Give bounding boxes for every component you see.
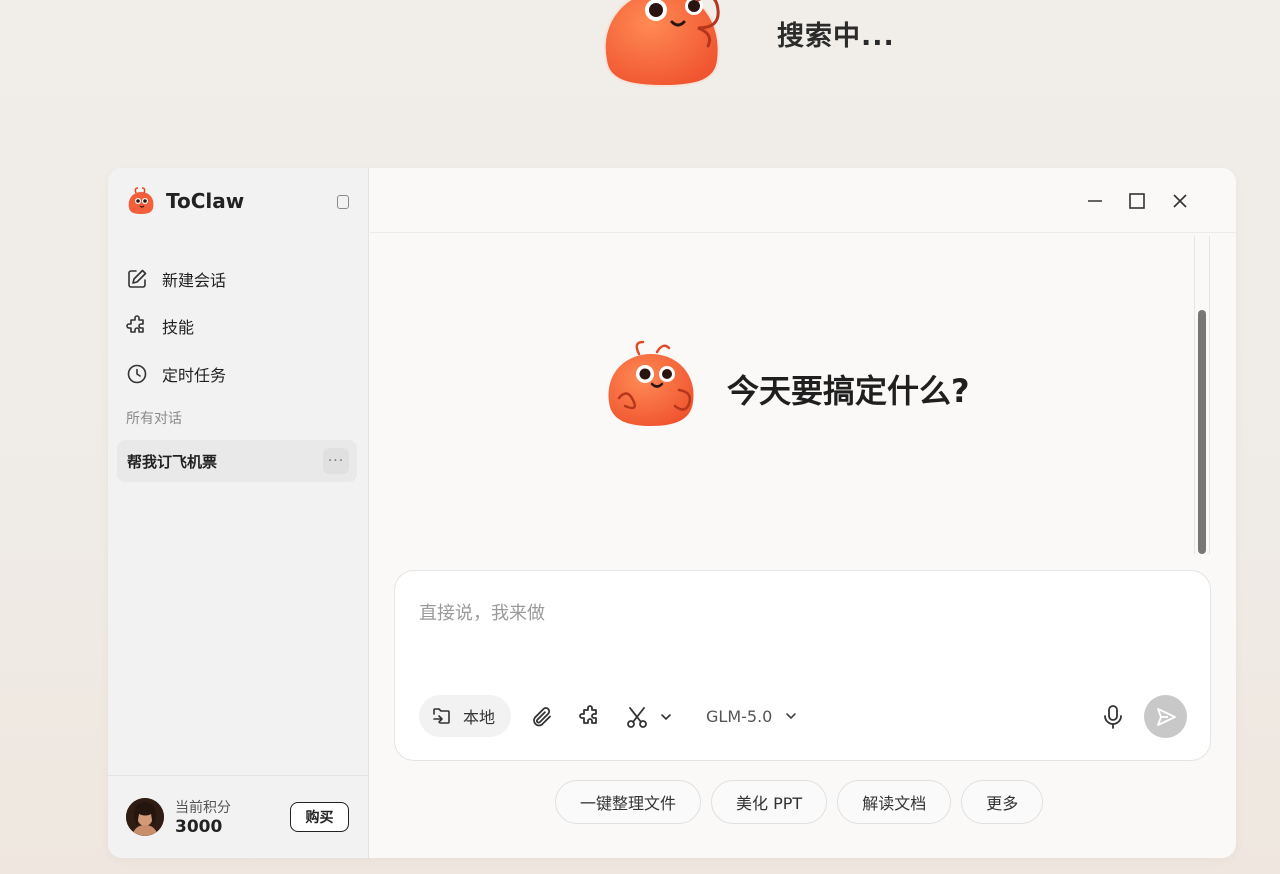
- mascot-icon: [608, 340, 694, 426]
- chip-read-document[interactable]: 解读文档: [837, 780, 952, 824]
- brand: ToClaw: [126, 186, 244, 216]
- sidebar: ToClaw 新建会话 技能 定时任务 所有对话 帮我订飞机票 ··· 当前积分…: [108, 168, 369, 858]
- minimize-icon[interactable]: [1084, 190, 1106, 212]
- model-selector[interactable]: GLM-5.0: [706, 705, 802, 727]
- suggestion-chips: 一键整理文件 美化 PPT 解读文档 更多: [555, 780, 1044, 824]
- chevron-down-icon[interactable]: [657, 705, 675, 729]
- attachment-icon[interactable]: [530, 705, 554, 729]
- buy-button[interactable]: 购买: [290, 802, 349, 832]
- more-options-icon[interactable]: ···: [323, 448, 349, 474]
- local-folder-label: 本地: [463, 708, 496, 727]
- scrollbar-thumb[interactable]: [1198, 310, 1206, 554]
- hero-title: 今天要搞定什么?: [727, 372, 970, 410]
- maximize-icon[interactable]: [1126, 190, 1148, 212]
- sidebar-item-label: 技能: [162, 318, 195, 338]
- sidebar-toggle-button[interactable]: [337, 195, 349, 209]
- microphone-icon[interactable]: [1101, 704, 1125, 730]
- chevron-down-icon: [786, 713, 797, 720]
- edit-icon: [128, 269, 147, 288]
- local-folder-button[interactable]: 本地: [419, 695, 511, 737]
- conversations-section-title: 所有对话: [126, 411, 182, 427]
- conversation-item[interactable]: 帮我订飞机票 ···: [117, 440, 357, 482]
- conversation-title: 帮我订飞机票: [127, 452, 218, 471]
- points-label: 当前积分: [175, 800, 231, 816]
- title-bar: [370, 168, 1236, 233]
- sidebar-footer: 当前积分 3000 购买: [108, 775, 369, 858]
- send-button[interactable]: [1144, 695, 1187, 738]
- sidebar-item-new-chat[interactable]: 新建会话: [126, 255, 226, 303]
- model-label: GLM-5.0: [706, 706, 773, 726]
- send-icon: [1156, 707, 1176, 726]
- clock-icon: [127, 364, 147, 384]
- prompt-input[interactable]: [419, 593, 1179, 633]
- sidebar-item-skills[interactable]: 技能: [126, 303, 226, 351]
- sidebar-item-scheduled-tasks[interactable]: 定时任务: [126, 350, 226, 398]
- search-status-text: 搜索中...: [777, 21, 895, 52]
- chip-beautify-ppt[interactable]: 美化 PPT: [711, 780, 828, 824]
- close-icon[interactable]: [1169, 190, 1191, 212]
- app-logo-icon: [128, 187, 154, 214]
- sidebar-nav: 新建会话 技能 定时任务: [126, 255, 226, 398]
- app-name: ToClaw: [166, 189, 245, 213]
- skills-puzzle-icon[interactable]: [578, 705, 602, 729]
- scissors-icon[interactable]: [625, 705, 649, 729]
- avatar-portrait-icon: [126, 798, 164, 836]
- folder-switch-icon: [433, 708, 450, 724]
- chip-organize-files[interactable]: 一键整理文件: [555, 780, 702, 824]
- puzzle-icon: [126, 315, 144, 334]
- sidebar-item-label: 新建会话: [162, 270, 227, 290]
- points-value: 3000: [175, 817, 223, 837]
- chip-more[interactable]: 更多: [961, 780, 1044, 824]
- mascot-searching-icon: [603, 0, 720, 88]
- sidebar-item-label: 定时任务: [162, 365, 227, 385]
- composer: 本地 GLM-5.0: [394, 570, 1211, 761]
- app-window: ToClaw 新建会话 技能 定时任务 所有对话 帮我订飞机票 ··· 当前积分…: [108, 168, 1236, 858]
- avatar[interactable]: [126, 798, 164, 836]
